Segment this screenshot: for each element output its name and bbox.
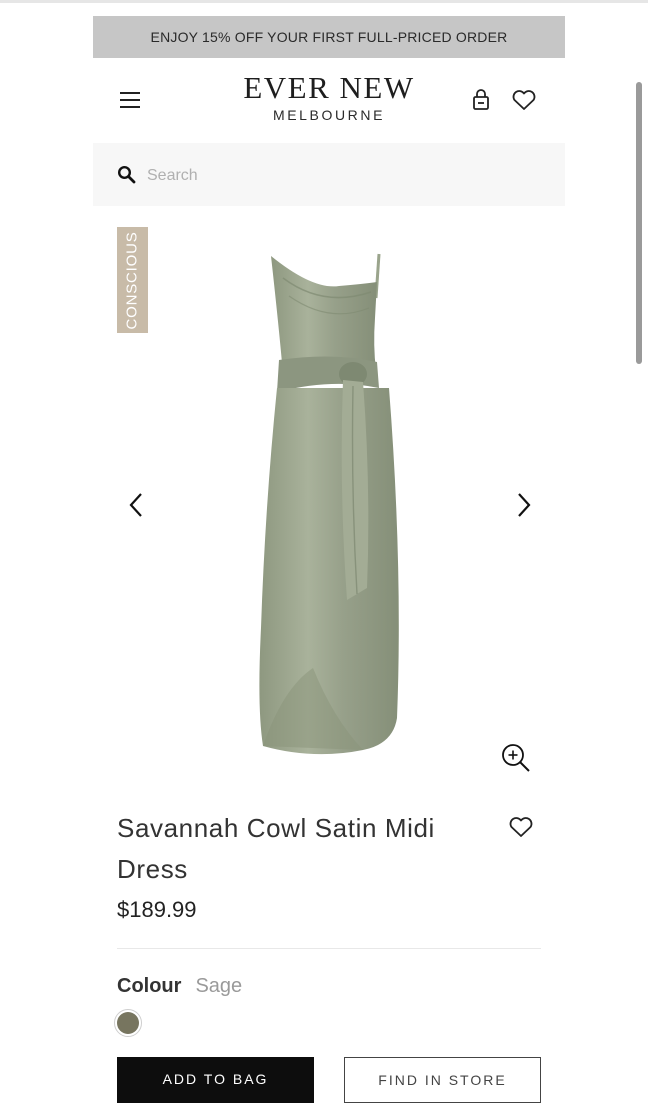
bag-icon[interactable] bbox=[471, 88, 491, 112]
colour-label: Colour bbox=[117, 975, 182, 997]
section-divider bbox=[117, 948, 541, 949]
colour-value: Sage bbox=[195, 975, 243, 997]
scrollbar[interactable] bbox=[636, 82, 642, 364]
product-image bbox=[259, 253, 399, 755]
brand-logo[interactable]: EVER NEW MELBOURNE bbox=[93, 70, 565, 124]
find-in-store-button[interactable]: FIND IN STORE bbox=[344, 1057, 541, 1103]
chevron-left-icon[interactable] bbox=[127, 491, 147, 519]
promo-banner[interactable]: ENJOY 15% OFF YOUR FIRST FULL-PRICED ORD… bbox=[93, 16, 565, 58]
swatch-fill bbox=[117, 1012, 139, 1034]
search-bar bbox=[93, 143, 565, 206]
product-title: Savannah Cowl Satin Midi Dress bbox=[117, 813, 435, 884]
badge-label: CONSCIOUS bbox=[124, 230, 142, 330]
product-price: $189.99 bbox=[117, 897, 197, 922]
brand-location: MELBOURNE bbox=[272, 107, 386, 123]
conscious-badge: CONSCIOUS bbox=[117, 227, 148, 333]
brand-name: EVER NEW bbox=[243, 70, 415, 105]
chevron-right-icon[interactable] bbox=[513, 491, 533, 519]
search-input[interactable] bbox=[145, 161, 529, 191]
wishlist-heart-icon[interactable] bbox=[508, 816, 534, 838]
colour-swatch-sage[interactable] bbox=[114, 1009, 142, 1037]
zoom-in-icon[interactable] bbox=[500, 742, 532, 774]
promo-text: ENJOY 15% OFF YOUR FIRST FULL-PRICED ORD… bbox=[150, 29, 508, 45]
heart-icon[interactable] bbox=[511, 89, 537, 111]
add-to-bag-button[interactable]: ADD TO BAG bbox=[117, 1057, 314, 1103]
top-divider bbox=[0, 0, 648, 3]
colour-selector: Colour Sage bbox=[117, 975, 242, 998]
site-header: EVER NEW MELBOURNE bbox=[93, 58, 565, 142]
product-gallery[interactable] bbox=[93, 210, 565, 790]
search-icon[interactable] bbox=[117, 165, 137, 185]
